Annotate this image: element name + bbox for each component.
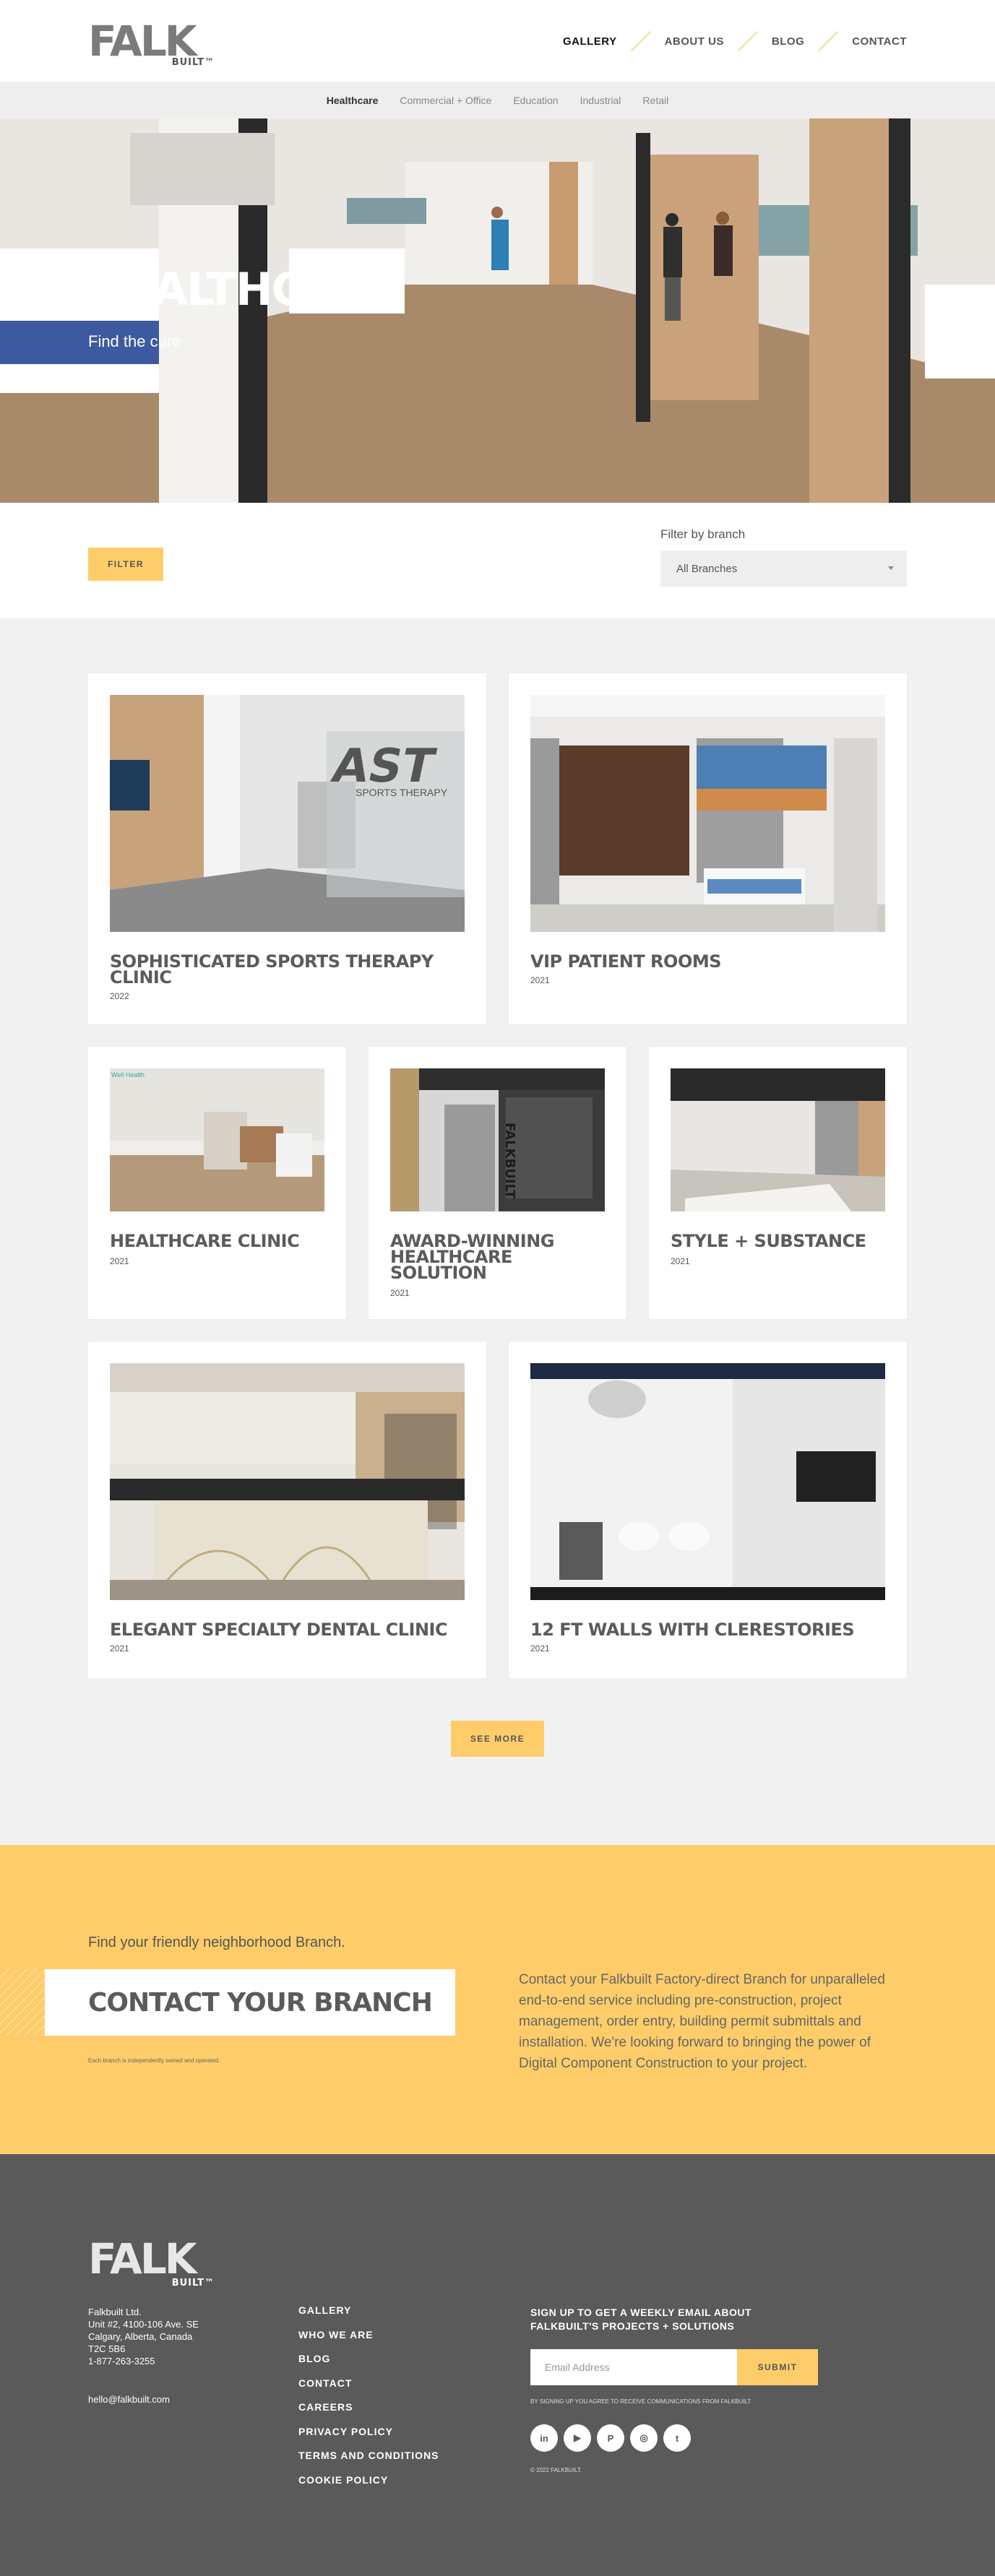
footer-logo-wordmark: FALK [88, 2234, 197, 2283]
copyright: © 2022 FALKBUILT. [530, 2467, 582, 2473]
pinterest-icon[interactable]: P [597, 2424, 624, 2452]
project-year: 2021 [671, 1256, 690, 1266]
nav-divider [734, 29, 762, 53]
project-year: 2022 [110, 991, 129, 1001]
project-image[interactable] [530, 1363, 885, 1600]
project-card[interactable]: 12 FT WALLS WITH CLERESTORIES 2021 [509, 1341, 907, 1678]
filter-bar: FILTER Filter by branch All Branches [0, 503, 995, 618]
footer-email-link[interactable]: hello@falkbuilt.com [88, 2394, 170, 2405]
category-education[interactable]: Education [513, 95, 558, 106]
project-title[interactable]: HEALTHCARE CLINIC [110, 1232, 324, 1250]
project-year: 2021 [530, 1643, 550, 1654]
decorative-hatch [0, 1969, 45, 2036]
logo-wordmark: FALK [88, 17, 197, 66]
contact-note: Each branch is independently owned and o… [88, 2057, 220, 2064]
footer-link-gallery[interactable]: GALLERY [298, 2304, 439, 2329]
footer-link-terms[interactable]: TERMS AND CONDITIONS [298, 2450, 439, 2474]
logo-subtext: BUILT™ [171, 57, 215, 68]
hero-subtitle: Find the cure [88, 332, 181, 350]
youtube-icon[interactable]: ▶ [564, 2424, 591, 2452]
project-title[interactable]: VIP PATIENT ROOMS [530, 953, 885, 970]
nav-divider [814, 29, 842, 53]
footer-link-careers[interactable]: CAREERS [298, 2401, 439, 2426]
category-retail[interactable]: Retail [642, 95, 668, 106]
project-title[interactable]: 12 FT WALLS WITH CLERESTORIES [530, 1621, 885, 1638]
footer-link-who-we-are[interactable]: WHO WE ARE [298, 2329, 439, 2354]
footer-phone[interactable]: 1-877-263-3255 [88, 2355, 199, 2367]
linkedin-icon[interactable]: in [530, 2424, 558, 2452]
page: FALK BUILT™ GALLERY ABOUT US BLOG CONTAC… [0, 0, 995, 2576]
project-title[interactable]: SOPHISTICATED SPORTS THERAPY CLINIC [110, 953, 465, 986]
newsletter-submit-button[interactable]: SUBMIT [737, 2349, 818, 2385]
site-header: FALK BUILT™ GALLERY ABOUT US BLOG CONTAC… [0, 0, 995, 82]
address-line: T2C 5B6 [88, 2343, 126, 2354]
footer-link-privacy-policy[interactable]: PRIVACY POLICY [298, 2426, 439, 2450]
footer-links: GALLERY WHO WE ARE BLOG CONTACT CAREERS … [298, 2304, 439, 2498]
main-nav: GALLERY ABOUT US BLOG CONTACT [563, 29, 907, 53]
address-line: Unit #2, 4100-106 Ave. SE [88, 2319, 199, 2330]
contact-paragraph: Contact your Falkbuilt Factory-direct Br… [519, 1972, 885, 2071]
footer-link-cookie-policy[interactable]: COOKIE POLICY [298, 2474, 439, 2499]
project-card[interactable]: STYLE + SUBSTANCE 2021 [649, 1047, 907, 1319]
contact-heading: CONTACT YOUR BRANCH [88, 1987, 433, 2018]
category-healthcare[interactable]: Healthcare [327, 95, 379, 106]
sign-text: AST [327, 740, 439, 793]
filter-button[interactable]: FILTER [88, 548, 163, 581]
nav-about-us[interactable]: ABOUT US [665, 35, 724, 48]
social-links: in ▶ P ◎ t [530, 2424, 691, 2452]
project-image[interactable] [110, 1363, 465, 1600]
footer-address: Falkbuilt Ltd. Unit #2, 4100-106 Ave. SE… [88, 2306, 199, 2367]
project-card[interactable]: ELEGANT SPECIALTY DENTAL CLINIC 2021 [88, 1341, 486, 1678]
chevron-down-icon [888, 566, 894, 570]
hero-banner: HEALTHCARE Find the cure [0, 118, 995, 503]
project-title[interactable]: ELEGANT SPECIALTY DENTAL CLINIC [110, 1621, 465, 1638]
project-card[interactable]: AST SPORTS THERAPY SOPHISTICATED SPORTS … [88, 673, 486, 1024]
project-year: 2021 [390, 1288, 410, 1298]
footer-link-contact[interactable]: CONTACT [298, 2377, 439, 2402]
contact-section: Find your friendly neighborhood Branch. … [0, 1845, 995, 2154]
project-year: 2021 [110, 1643, 129, 1654]
branch-select[interactable]: All Branches [660, 550, 907, 587]
see-more-button[interactable]: SEE MORE [451, 1721, 544, 1757]
newsletter-consent: BY SIGNING UP YOU AGREE TO RECEIVE COMMU… [530, 2398, 751, 2405]
branch-select-value: All Branches [676, 562, 738, 575]
category-commercial-office[interactable]: Commercial + Office [400, 95, 491, 106]
project-year: 2021 [110, 1256, 129, 1266]
project-image[interactable]: FALKBUILT [390, 1068, 605, 1211]
category-nav: Healthcare Commercial + Office Education… [0, 82, 995, 118]
category-industrial[interactable]: Industrial [580, 95, 621, 106]
branch-filter-label: Filter by branch [660, 527, 746, 541]
project-image[interactable] [671, 1068, 885, 1211]
site-footer: FALK BUILT™ Falkbuilt Ltd. Unit #2, 4100… [0, 2154, 995, 2576]
site-logo[interactable]: FALK BUILT™ [88, 20, 215, 68]
hero-title: HEALTHCARE [88, 263, 400, 316]
project-year: 2021 [530, 975, 550, 985]
project-image[interactable] [530, 695, 885, 932]
footer-link-blog[interactable]: BLOG [298, 2353, 439, 2377]
project-title[interactable]: STYLE + SUBSTANCE [671, 1232, 885, 1250]
twitter-icon[interactable]: t [663, 2424, 691, 2452]
project-title[interactable]: AWARD-WINNING HEALTHCARE SOLUTION [390, 1232, 605, 1281]
project-card[interactable]: FALKBUILT AWARD-WINNING HEALTHCARE SOLUT… [369, 1047, 626, 1319]
address-line: Falkbuilt Ltd. [88, 2307, 142, 2317]
instagram-icon[interactable]: ◎ [630, 2424, 658, 2452]
nav-divider [627, 29, 655, 53]
footer-logo-subtext: BUILT™ [171, 2278, 215, 2288]
nav-contact[interactable]: CONTACT [852, 35, 907, 48]
newsletter-email-input[interactable] [530, 2349, 737, 2385]
project-card[interactable]: Well Health HEALTHCARE CLINIC 2021 [88, 1047, 346, 1319]
contact-branch-link[interactable]: CONTACT YOUR BRANCH [45, 1969, 455, 2036]
nav-blog[interactable]: BLOG [772, 35, 804, 48]
footer-logo[interactable]: FALK BUILT™ [88, 2238, 215, 2288]
sign-subtext: SPORTS THERAPY [356, 787, 448, 798]
project-card[interactable]: VIP PATIENT ROOMS 2021 [509, 673, 907, 1024]
sign-text: FALKBUILT [502, 1123, 517, 1199]
svg-text:Well Health: Well Health [111, 1071, 145, 1079]
project-image[interactable]: AST SPORTS THERAPY [110, 695, 465, 932]
address-line: Calgary, Alberta, Canada [88, 2331, 193, 2342]
nav-gallery[interactable]: GALLERY [563, 35, 617, 48]
contact-find-text: Find your friendly neighborhood Branch. [88, 1935, 345, 1950]
newsletter-title: SIGN UP TO GET A WEEKLY EMAIL ABOUT FALK… [530, 2307, 752, 2332]
project-image[interactable]: Well Health [110, 1068, 324, 1211]
